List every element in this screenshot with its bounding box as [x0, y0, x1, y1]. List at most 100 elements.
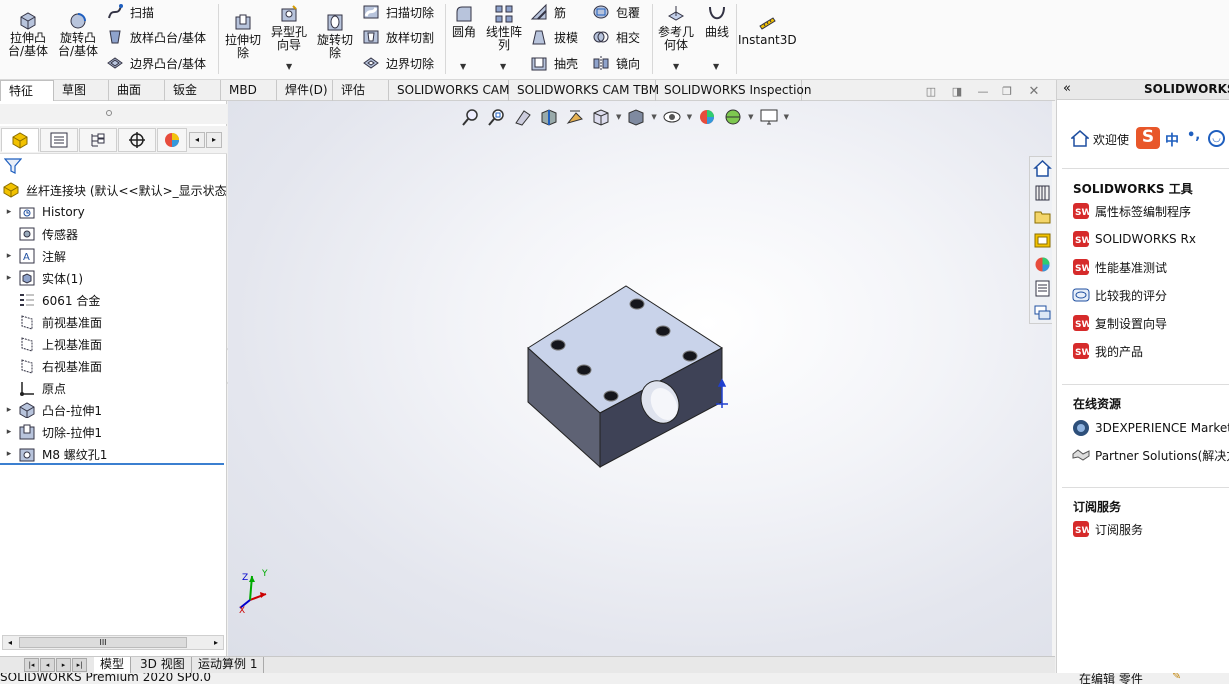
last-tab-icon[interactable]: ▸|	[72, 658, 87, 672]
configuration-manager-tab[interactable]	[79, 128, 117, 152]
wrap-button[interactable]: 包覆	[592, 2, 640, 22]
display-style-icon[interactable]	[625, 107, 647, 127]
edit-appearance-icon[interactable]	[696, 107, 718, 127]
panel-grip-icon[interactable]	[106, 110, 112, 116]
appearances-icon[interactable]	[1033, 255, 1052, 274]
tab-motion-study[interactable]: 运动算例 1	[192, 657, 265, 673]
online-resource-link[interactable]: 3DEXPERIENCE Marketplace	[1072, 418, 1229, 438]
apply-scene-dropdown-icon[interactable]: ▼	[748, 113, 753, 121]
extrude-cut-button[interactable]: 拉伸切除	[222, 12, 264, 60]
close-icon[interactable]: ✕	[1027, 85, 1041, 98]
expand-arrow-icon[interactable]: ▸	[0, 273, 18, 283]
feature-manager-tab[interactable]	[1, 128, 39, 152]
threaded-hole[interactable]	[576, 364, 592, 376]
welcome-link[interactable]: 欢迎使	[1093, 131, 1129, 148]
ime-emoji-icon[interactable]: ◡	[1208, 130, 1225, 147]
ime-mode-label[interactable]: 中	[1165, 130, 1179, 150]
linear-pattern-dropdown-icon[interactable]: ▼	[500, 62, 506, 71]
curves-dropdown-icon[interactable]: ▼	[713, 62, 719, 71]
tree-item[interactable]: 右视基准面	[0, 355, 102, 377]
online-resource-link[interactable]: Partner Solutions(解决方案	[1072, 445, 1229, 465]
tree-item[interactable]: 前视基准面	[0, 311, 102, 333]
revolve-boss-button[interactable]: 旋转凸台/基体	[56, 10, 100, 58]
rollback-bar[interactable]	[0, 463, 224, 465]
design-library-icon[interactable]	[1033, 183, 1052, 202]
hole-wizard-button[interactable]: 异型孔向导	[268, 4, 310, 52]
rebuild-icon[interactable]: ✎	[1172, 673, 1181, 682]
draft-button[interactable]: 拔模	[530, 27, 578, 47]
next-tab-icon[interactable]: ▸	[56, 658, 71, 672]
tab-scroll-right-icon[interactable]: ▸	[206, 132, 222, 148]
hide-show-items-icon[interactable]	[661, 107, 683, 127]
ime-punct-label[interactable]: •,	[1187, 128, 1200, 143]
file-explorer-icon[interactable]	[1033, 207, 1052, 226]
boundary-boss-button[interactable]: 边界凸台/基体	[106, 53, 206, 73]
tab-evaluate[interactable]: 评估	[333, 80, 389, 101]
tool-link[interactable]: SW SOLIDWORKS Rx	[1072, 229, 1229, 249]
collapse-pane-icon[interactable]: «	[1063, 81, 1071, 96]
tool-link[interactable]: 比较我的评分	[1072, 285, 1229, 305]
first-tab-icon[interactable]: |◂	[24, 658, 39, 672]
mirror-button[interactable]: 镜向	[592, 53, 640, 73]
tree-item[interactable]: ▸ A 注解	[0, 245, 66, 267]
prev-tab-icon[interactable]: ◂	[40, 658, 55, 672]
sweep-button[interactable]: 扫描	[106, 2, 154, 22]
display-manager-tab[interactable]	[157, 128, 187, 152]
tree-item[interactable]: 6061 合金	[0, 289, 100, 311]
property-manager-tab[interactable]	[40, 128, 78, 152]
lofted-cut-button[interactable]: 放样切割	[362, 27, 434, 47]
section-view-icon[interactable]	[538, 107, 560, 127]
restore-icon[interactable]: ❐	[1000, 86, 1014, 98]
threaded-hole[interactable]	[682, 350, 698, 362]
tab-model[interactable]: 模型	[94, 657, 132, 673]
tab-solidworks-cam[interactable]: SOLIDWORKS CAM	[389, 80, 509, 101]
hole-wizard-dropdown-icon[interactable]: ▼	[286, 62, 292, 71]
part-root[interactable]: 丝杆连接块 (默认<<默认>_显示状态	[2, 179, 227, 201]
reference-geometry-button[interactable]: 参考几何体	[656, 4, 696, 52]
display-style-dropdown-icon[interactable]: ▼	[651, 113, 656, 121]
tree-item[interactable]: ▸ History	[0, 201, 85, 223]
rib-button[interactable]: 筋	[530, 2, 566, 22]
prev-window-icon[interactable]: ◫	[924, 86, 938, 98]
tool-link[interactable]: SW 我的产品	[1072, 341, 1229, 361]
threaded-hole[interactable]	[655, 325, 671, 337]
subscription-link[interactable]: SW 订阅服务	[1072, 519, 1229, 539]
tab-mbd[interactable]: MBD	[221, 80, 277, 101]
loft-boss-button[interactable]: 放样凸台/基体	[106, 27, 206, 47]
tree-item[interactable]: ▸ 凸台-拉伸1	[0, 399, 102, 421]
view-settings-icon[interactable]	[758, 107, 780, 127]
revolve-cut-button[interactable]: 旋转切除	[314, 12, 356, 60]
extrude-boss-button[interactable]: 拉伸凸台/基体	[6, 10, 50, 58]
reference-geometry-dropdown-icon[interactable]: ▼	[673, 62, 679, 71]
tool-link[interactable]: SW 复制设置向导	[1072, 313, 1229, 333]
next-window-icon[interactable]: ◨	[950, 86, 964, 98]
fillet-dropdown-icon[interactable]: ▼	[460, 62, 466, 71]
swept-cut-button[interactable]: 扫描切除	[362, 2, 434, 22]
threaded-hole[interactable]	[550, 339, 566, 351]
forum-icon[interactable]	[1033, 303, 1052, 322]
tree-item[interactable]: 上视基准面	[0, 333, 102, 355]
expand-arrow-icon[interactable]: ▸	[0, 427, 18, 437]
tab-sheet-metal[interactable]: 钣金	[165, 80, 221, 101]
shell-button[interactable]: 抽壳	[530, 53, 578, 73]
zoom-to-area-icon[interactable]	[486, 107, 508, 127]
expand-arrow-icon[interactable]: ▸	[0, 405, 18, 415]
expand-arrow-icon[interactable]: ▸	[0, 251, 18, 261]
boundary-cut-button[interactable]: 边界切除	[362, 53, 434, 73]
tab-3d-views[interactable]: 3D 视图	[134, 657, 192, 673]
dimxpert-manager-tab[interactable]	[118, 128, 156, 152]
instant3d-button[interactable]: Instant3D	[738, 12, 797, 47]
scroll-right-icon[interactable]: ▸	[209, 636, 223, 649]
tool-link[interactable]: SW 属性标签编制程序	[1072, 201, 1229, 221]
tab-surfaces[interactable]: 曲面	[109, 80, 165, 101]
tab-weldments[interactable]: 焊件(D)	[277, 80, 333, 101]
tree-horizontal-scrollbar[interactable]: ◂ III ▸	[2, 635, 224, 650]
zoom-to-fit-icon[interactable]	[460, 107, 482, 127]
expand-arrow-icon[interactable]: ▸	[0, 449, 18, 459]
curves-button[interactable]: 曲线	[700, 4, 734, 39]
view-settings-dropdown-icon[interactable]: ▼	[784, 113, 789, 121]
tree-item[interactable]: ▸ 切除-拉伸1	[0, 421, 102, 443]
tree-item[interactable]: 原点	[0, 377, 66, 399]
expand-arrow-icon[interactable]: ▸	[0, 207, 18, 217]
view-orientation-dropdown-icon[interactable]: ▼	[616, 113, 621, 121]
